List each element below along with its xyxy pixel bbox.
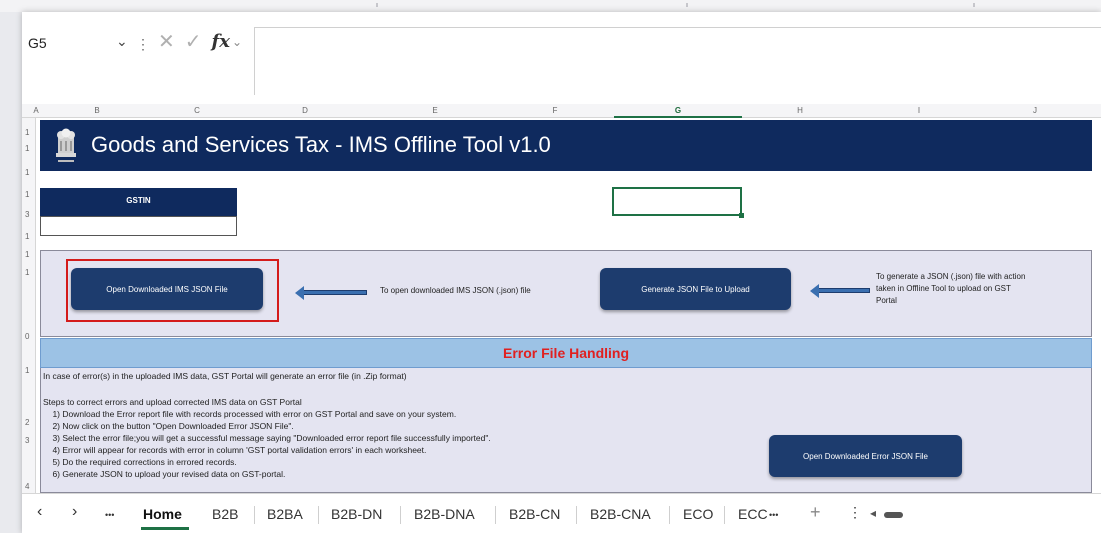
scroll-left-icon[interactable]: ◂ — [870, 506, 876, 520]
tab-b2b-dn[interactable]: B2B-DN — [331, 506, 382, 522]
chevron-down-icon[interactable]: ⌄ — [116, 33, 128, 50]
tab-divider — [400, 506, 401, 524]
error-step: 2) Now click on the button "Open Downloa… — [43, 421, 294, 431]
row-header[interactable]: 1 — [25, 268, 29, 277]
column-header-c[interactable]: C — [182, 106, 212, 115]
tab-b2b-cna[interactable]: B2B-CNA — [590, 506, 651, 522]
error-section-title: Error File Handling — [40, 338, 1092, 368]
add-sheet-icon[interactable]: + — [810, 502, 821, 523]
row-header[interactable]: 1 — [25, 250, 29, 259]
error-step: 3) Select the error file;you will get a … — [43, 433, 491, 443]
row-header[interactable]: 4 — [25, 482, 29, 491]
column-header-j[interactable]: J — [1020, 106, 1050, 115]
generate-hint-line: taken in Offline Tool to upload on GST — [876, 284, 1011, 293]
page-title: Goods and Services Tax - IMS Offline Too… — [91, 132, 551, 157]
excel-window: G5 ⌄ ⋮ ✕ ✓ fx ⌄ A B C D E F G H I J 1 1 … — [22, 12, 1101, 533]
formula-input[interactable] — [254, 27, 1101, 95]
gstin-label: GSTIN — [40, 188, 237, 216]
error-step: 1) Download the Error report file with r… — [43, 409, 457, 419]
tab-divider — [254, 506, 255, 524]
more-tabs-left-icon[interactable]: ••• — [105, 510, 114, 520]
tab-ecc[interactable]: ECC — [738, 506, 768, 522]
name-box-value: G5 — [28, 35, 47, 51]
scrollbar-thumb[interactable] — [884, 512, 903, 518]
generate-hint-line: To generate a JSON (.json) file with act… — [876, 272, 1026, 281]
chevron-right-icon[interactable]: › — [72, 503, 77, 521]
error-step: 6) Generate JSON to upload your revised … — [43, 469, 286, 479]
formula-bar: G5 ⌄ ⋮ ✕ ✓ fx ⌄ — [22, 12, 1101, 98]
row-header[interactable]: 1 — [25, 190, 29, 199]
tab-eco[interactable]: ECO — [683, 506, 713, 522]
row-header[interactable]: 0 — [25, 332, 29, 341]
insert-function-icon[interactable]: fx — [212, 31, 230, 52]
column-header-d[interactable]: D — [290, 106, 320, 115]
column-header-f[interactable]: F — [540, 106, 570, 115]
column-header-e[interactable]: E — [420, 106, 450, 115]
open-error-json-button[interactable]: Open Downloaded Error JSON File — [769, 435, 962, 477]
error-steps-heading: Steps to correct errors and upload corre… — [43, 397, 302, 407]
row-header[interactable]: 2 — [25, 418, 29, 427]
name-box[interactable]: G5 ⌄ — [28, 32, 148, 54]
tab-divider — [495, 506, 496, 524]
cancel-icon[interactable]: ✕ — [158, 29, 175, 54]
horizontal-scrollbar[interactable]: ◂ — [870, 506, 1101, 520]
column-header-g[interactable]: G — [663, 106, 693, 115]
selected-column-indicator — [614, 116, 742, 118]
tab-b2b-dna[interactable]: B2B-DNA — [414, 506, 475, 522]
error-step: 5) Do the required corrections in errore… — [43, 457, 237, 467]
open-ims-json-button[interactable]: Open Downloaded IMS JSON File — [71, 268, 263, 310]
tab-b2b-cn[interactable]: B2B-CN — [509, 506, 560, 522]
sheet-tab-bar: ‹ › ••• Home B2B B2BA B2B-DN B2B-DNA B2B… — [22, 493, 1101, 533]
row-header[interactable]: 1 — [25, 366, 29, 375]
column-header-h[interactable]: H — [785, 106, 815, 115]
row-header[interactable]: 1 — [25, 168, 29, 177]
options-icon[interactable]: ⋮ — [848, 504, 862, 521]
column-header-i[interactable]: I — [904, 106, 934, 115]
generate-hint-line: Portal — [876, 296, 897, 305]
tab-divider — [724, 506, 725, 524]
arrow-left-icon — [810, 284, 870, 298]
gstin-input[interactable] — [40, 216, 237, 236]
error-intro-text: In case of error(s) in the uploaded IMS … — [43, 371, 407, 381]
generate-hint: To generate a JSON (.json) file with act… — [876, 271, 1025, 307]
row-headers: 1 1 1 1 3 1 1 1 0 1 2 3 4 — [22, 118, 36, 493]
tab-divider — [669, 506, 670, 524]
row-header[interactable]: 1 — [25, 128, 29, 137]
formula-bar-separator: ⋮ — [136, 36, 150, 52]
window-top-strip — [0, 0, 1101, 12]
arrow-left-icon — [295, 286, 367, 300]
row-header[interactable]: 3 — [25, 210, 29, 219]
tab-divider — [318, 506, 319, 524]
chevron-down-icon[interactable]: ⌄ — [232, 35, 242, 49]
chevron-left-icon[interactable]: ‹ — [37, 503, 42, 521]
column-header-b[interactable]: B — [82, 106, 112, 115]
tab-b2ba[interactable]: B2BA — [267, 506, 303, 522]
selected-cell-g5[interactable] — [612, 187, 744, 218]
row-header[interactable]: 3 — [25, 436, 29, 445]
tab-b2b[interactable]: B2B — [212, 506, 238, 522]
column-headers: A B C D E F G H I J — [22, 104, 1101, 118]
tab-divider — [576, 506, 577, 524]
row-header[interactable]: 1 — [25, 144, 29, 153]
row-header[interactable]: 1 — [25, 232, 29, 241]
tab-home[interactable]: Home — [143, 506, 182, 522]
more-tabs-right-icon[interactable]: ••• — [769, 510, 778, 520]
open-ims-hint: To open downloaded IMS JSON (.json) file — [380, 286, 531, 295]
fill-handle[interactable] — [739, 213, 744, 218]
formula-bar-icons: ✕ ✓ fx ⌄ — [158, 29, 242, 54]
generate-json-button[interactable]: Generate JSON File to Upload — [600, 268, 791, 310]
check-icon[interactable]: ✓ — [185, 29, 202, 54]
error-step: 4) Error will appear for records with er… — [43, 445, 427, 455]
national-emblem-icon — [56, 128, 76, 162]
column-header-a[interactable]: A — [30, 106, 42, 115]
active-tab-indicator — [141, 527, 189, 530]
app-banner: Goods and Services Tax - IMS Offline Too… — [40, 120, 1092, 171]
